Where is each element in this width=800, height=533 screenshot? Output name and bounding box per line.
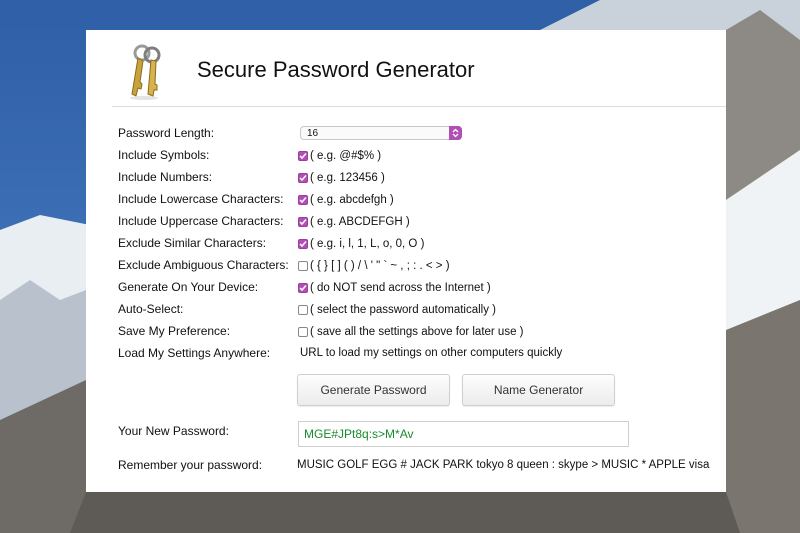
select-arrows-icon [449,126,462,140]
length-label: Password Length: [118,126,215,140]
preference-checkbox[interactable] [298,327,308,337]
keys-icon [130,44,161,100]
device-label: Generate On Your Device: [118,280,259,294]
autoselect-label: Auto-Select: [118,302,184,316]
device-checkbox[interactable] [298,283,308,293]
symbols-hint: ( e.g. @#$% ) [310,150,382,162]
ambiguous-checkbox[interactable] [298,261,308,271]
autoselect-hint: ( select the password automatically ) [310,304,496,316]
autoselect-checkbox[interactable] [298,305,308,315]
numbers-hint: ( e.g. 123456 ) [310,172,385,184]
generate-password-button[interactable]: Generate Password [297,374,450,406]
generator-panel: Secure Password Generator Password Lengt… [86,30,726,492]
similar-checkbox[interactable] [298,239,308,249]
ambiguous-label: Exclude Ambiguous Characters: [118,258,289,272]
ambiguous-hint: ( { } [ ] ( ) / \ ' " ` ~ , ; : . < > ) [310,260,450,272]
lowercase-checkbox[interactable] [298,195,308,205]
lowercase-label: Include Lowercase Characters: [118,192,284,206]
mnemonic-text: MUSIC GOLF EGG # JACK PARK tokyo 8 queen… [297,459,710,471]
header: Secure Password Generator [86,30,726,106]
lowercase-hint: ( e.g. abcdefgh ) [310,194,394,206]
similar-label: Exclude Similar Characters: [118,236,267,250]
length-value: 16 [307,128,319,139]
name-generator-button[interactable]: Name Generator [462,374,615,406]
load-settings-link[interactable]: URL to load my settings on other compute… [300,345,562,361]
load-label: Load My Settings Anywhere: [118,346,271,360]
numbers-checkbox[interactable] [298,173,308,183]
uppercase-hint: ( e.g. ABCDEFGH ) [310,216,410,228]
symbols-checkbox[interactable] [298,151,308,161]
length-select[interactable]: 16 [300,126,462,140]
header-divider [112,106,726,107]
preference-hint: ( save all the settings above for later … [310,326,524,338]
symbols-label: Include Symbols: [118,148,210,162]
new-password-label: Your New Password: [118,424,229,438]
numbers-label: Include Numbers: [118,170,213,184]
similar-hint: ( e.g. i, l, 1, L, o, 0, O ) [310,238,425,250]
page-title: Secure Password Generator [197,57,475,82]
preference-label: Save My Preference: [118,324,231,338]
uppercase-checkbox[interactable] [298,217,308,227]
remember-label: Remember your password: [118,458,263,472]
password-output[interactable]: MGE#JPt8q:s>M*Av [298,421,629,447]
uppercase-label: Include Uppercase Characters: [118,214,284,228]
device-hint: ( do NOT send across the Internet ) [310,282,491,294]
